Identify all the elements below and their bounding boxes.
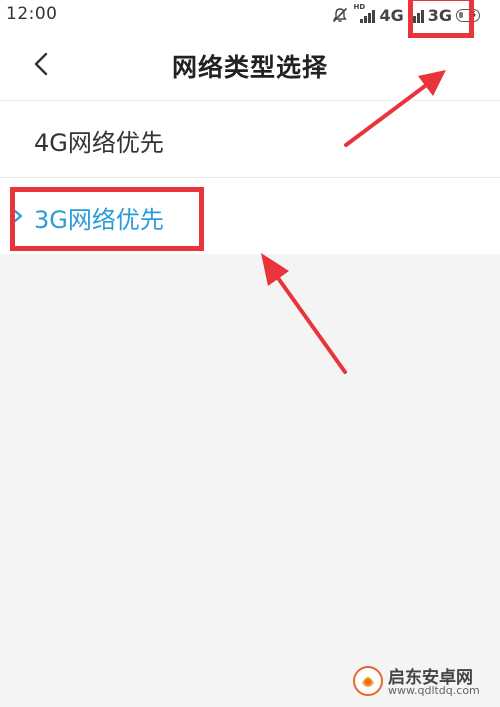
watermark: 启东安卓网 www.qdltdq.com [352, 661, 492, 701]
network-type-secondary: 3G [427, 5, 452, 25]
status-icons: HD 4G 3G 5 [331, 3, 480, 25]
watermark-logo-icon [353, 666, 383, 696]
page-header: 网络类型选择 [0, 30, 500, 100]
status-bar: 12:00 HD 4G 3G 5 [0, 0, 500, 30]
option-3g-preferred[interactable]: 3G网络优先 [0, 177, 500, 254]
screen: 12:00 HD 4G 3G 5 网络类型选择 4G网络优先 3G网络优先 启东… [0, 0, 500, 707]
page-title: 网络类型选择 [171, 53, 328, 82]
option-4g-preferred[interactable]: 4G网络优先 [0, 100, 500, 177]
network-options-list: 4G网络优先 3G网络优先 [0, 100, 500, 254]
network-type-primary: 4G [379, 5, 404, 25]
battery-level: 5 [470, 9, 476, 19]
signal-strength-icon-secondary [408, 6, 424, 24]
arrow-icon-option [261, 253, 347, 374]
status-time: 12:00 [6, 4, 58, 24]
chevron-right-icon [13, 209, 23, 223]
signal-strength-icon: HD [353, 3, 376, 24]
option-label: 3G网络优先 [34, 206, 164, 234]
mute-notification-icon [333, 7, 348, 23]
battery-icon: 5 [456, 8, 480, 22]
watermark-url: www.qdltdq.com [388, 684, 480, 697]
option-label: 4G网络优先 [34, 129, 164, 157]
